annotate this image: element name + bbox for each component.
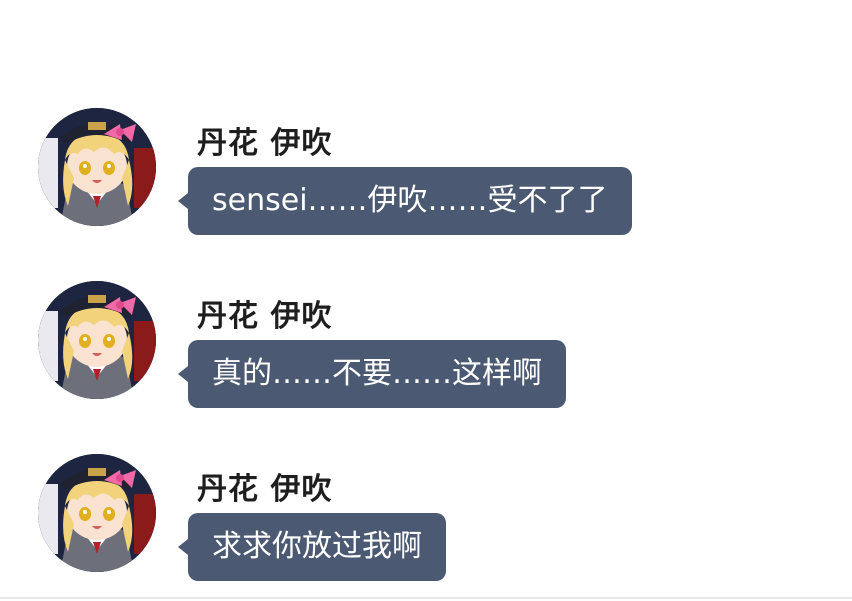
avatar-icon[interactable] <box>38 454 156 572</box>
divider <box>0 597 852 599</box>
avatar-icon[interactable] <box>38 108 156 226</box>
chat-message: 丹花 伊吹 真的……不要……这样啊 <box>0 281 852 421</box>
avatar-icon[interactable] <box>38 281 156 399</box>
chat-message: 丹花 伊吹 求求你放过我啊 <box>0 454 852 594</box>
message-bubble[interactable]: sensei……伊吹……受不了了 <box>178 167 632 235</box>
chat-message: 丹花 伊吹 sensei……伊吹……受不了了 <box>0 108 852 248</box>
sender-name: 丹花 伊吹 <box>197 126 333 161</box>
chat-log: 丹花 伊吹 sensei……伊吹……受不了了 丹花 伊吹 真的……不要……这样啊… <box>0 0 852 601</box>
sender-name: 丹花 伊吹 <box>197 299 333 334</box>
sender-name: 丹花 伊吹 <box>197 472 333 507</box>
message-bubble[interactable]: 求求你放过我啊 <box>178 513 446 581</box>
message-bubble[interactable]: 真的……不要……这样啊 <box>178 340 566 408</box>
